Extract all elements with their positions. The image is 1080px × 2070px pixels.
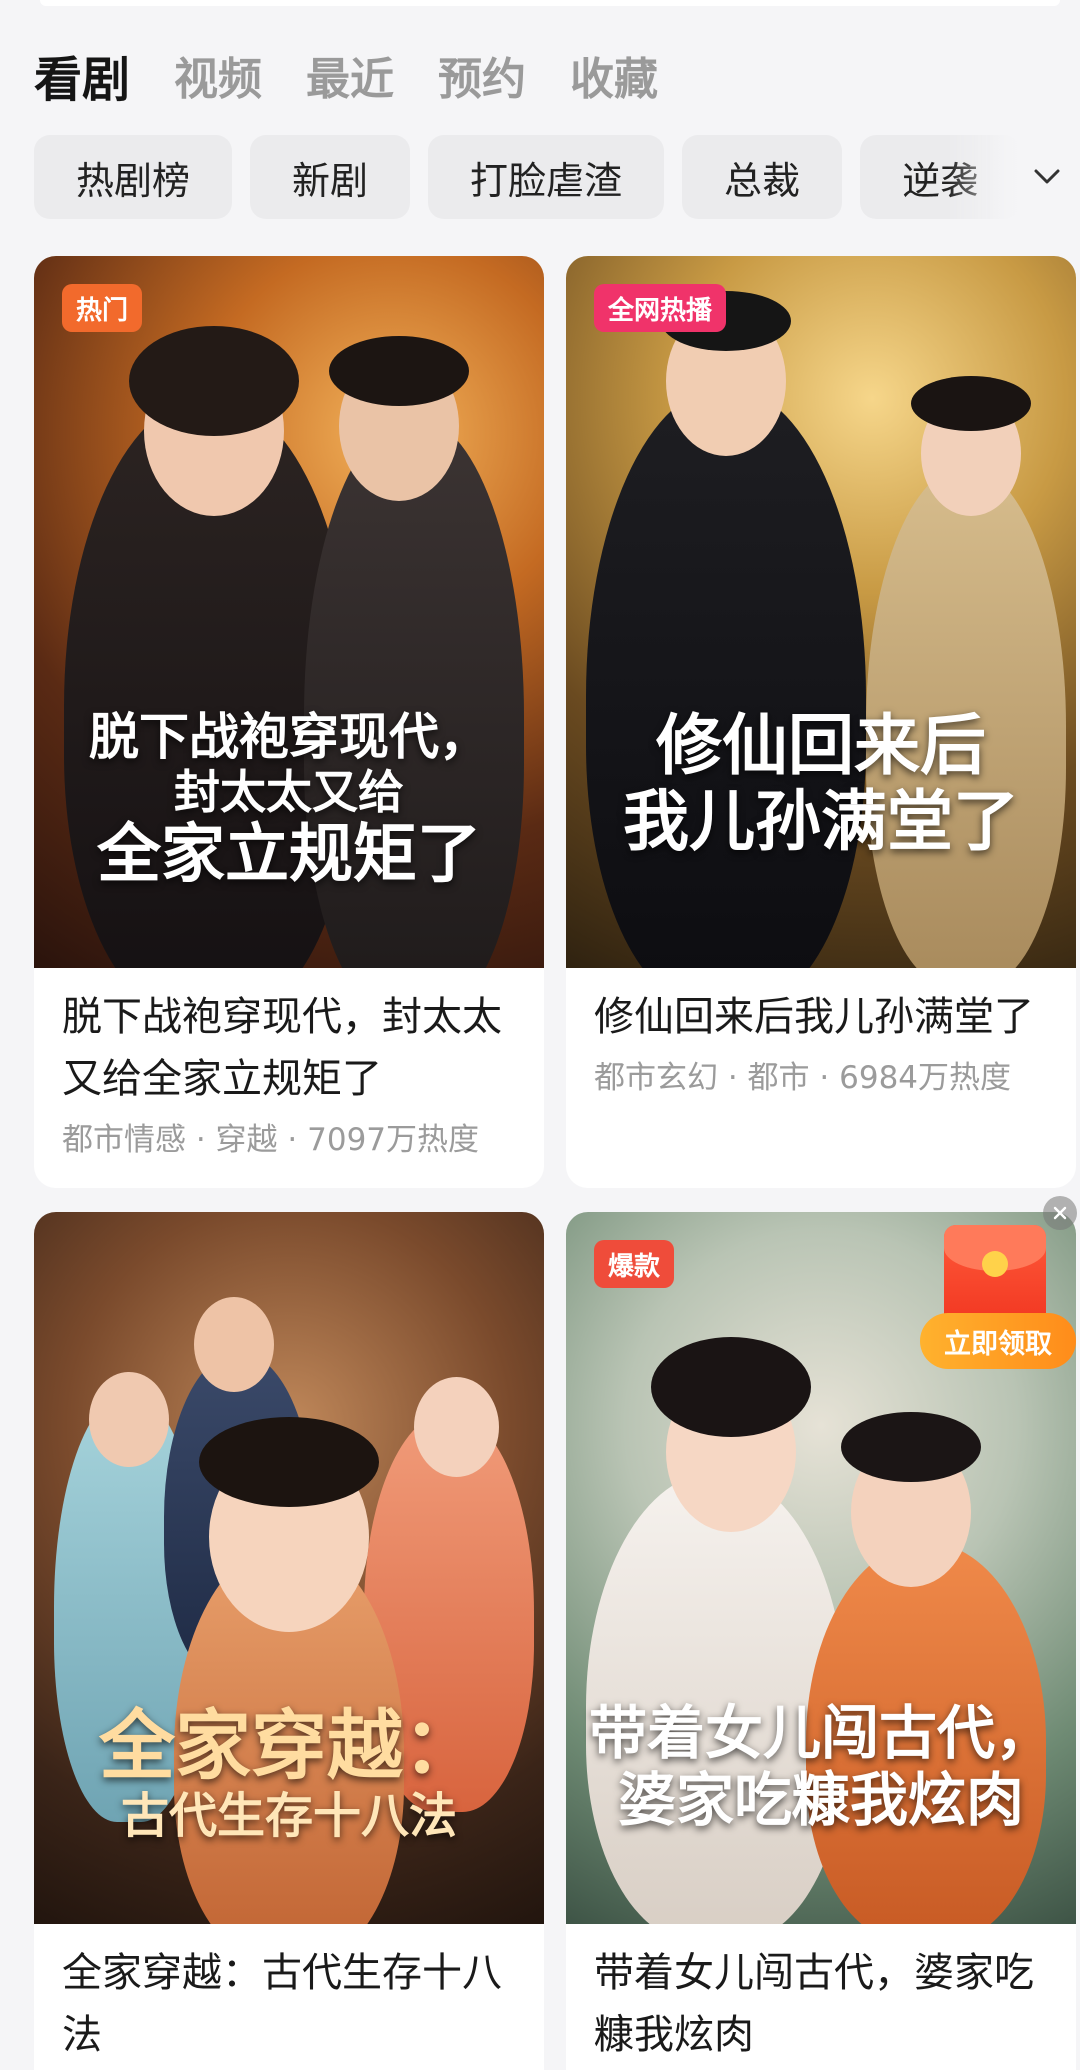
tab-recent[interactable]: 最近 <box>306 43 394 107</box>
status-badge: 全网热播 <box>594 284 727 332</box>
tab-video[interactable]: 视频 <box>174 43 262 107</box>
drama-card[interactable]: 修仙回来后 我儿孙满堂了 全网热播 修仙回来后我儿孙满堂了 都市玄幻 · 都市 … <box>566 256 1076 1188</box>
drama-meta: 都市玄幻 · 都市 · 6984万热度 <box>594 1060 1012 1096</box>
poster-title: 全家穿越： 古代生存十八法 <box>34 1702 544 1845</box>
red-envelope-promo[interactable]: 立即领取 <box>920 1225 1076 1395</box>
claim-now-button[interactable]: 立即领取 <box>920 1313 1076 1369</box>
tab-reserved[interactable]: 预约 <box>438 43 526 107</box>
poster-title-line: 全家立规矩了 <box>97 817 481 893</box>
drama-title: 全家穿越：古代生存十八法 <box>62 1950 502 2058</box>
drama-meta: 都市情感 · 穿越 · 7097万热度 <box>62 1122 480 1158</box>
drama-poster: 全家穿越： 古代生存十八法 <box>34 1212 544 1924</box>
poster-title-line: 我儿孙满堂了 <box>623 781 1019 860</box>
poster-title-line: 封太太又给 <box>174 764 404 819</box>
poster-title-line: 修仙回来后 <box>656 706 986 784</box>
chip-revenge[interactable]: 打脸虐渣 <box>428 135 665 219</box>
status-badge: 热门 <box>62 284 143 332</box>
top-tabs: 看剧 视频 最近 预约 收藏 <box>34 40 702 110</box>
drama-card[interactable]: 脱下战袍穿现代， 封太太又给 全家立规矩了 热门 脱下战袍穿现代，封太太又给全家… <box>34 256 544 1188</box>
tab-favorites[interactable]: 收藏 <box>570 43 658 107</box>
drama-card[interactable]: 全家穿越： 古代生存十八法 全家穿越：古代生存十八法 <box>34 1212 544 2070</box>
chevron-down-icon[interactable] <box>1030 160 1064 194</box>
poster-title-line: 古代生存十八法 <box>120 1788 457 1845</box>
chip-new-drama[interactable]: 新剧 <box>250 135 411 219</box>
drama-title: 带着女儿闯古代，婆家吃糠我炫肉 <box>594 1950 1034 2058</box>
poster-title-line: 脱下战袍穿现代， <box>89 707 489 766</box>
chip-hot-ranking[interactable]: 热剧榜 <box>34 135 233 219</box>
search-bar-edge <box>40 0 1060 6</box>
drama-poster: 脱下战袍穿现代， 封太太又给 全家立规矩了 热门 <box>34 256 544 968</box>
drama-poster: 修仙回来后 我儿孙满堂了 全网热播 <box>566 256 1076 968</box>
category-chips: 热剧榜 新剧 打脸虐渣 总裁 逆袭 <box>34 135 1034 219</box>
poster-title: 带着女儿闯古代， 婆家吃糠我炫肉 <box>566 1700 1076 1833</box>
poster-title: 修仙回来后 我儿孙满堂了 <box>566 706 1076 860</box>
short-drama-page: 看剧 视频 最近 预约 收藏 热剧榜 新剧 打脸虐渣 总裁 逆袭 脱下战袍穿现代… <box>0 0 1080 2070</box>
tab-watch-drama[interactable]: 看剧 <box>34 40 130 110</box>
poster-title-line: 带着女儿闯古代， <box>588 1699 1053 1767</box>
drama-title: 修仙回来后我儿孙满堂了 <box>594 994 1034 1040</box>
poster-title: 脱下战袍穿现代， 封太太又给 全家立规矩了 <box>34 708 544 892</box>
close-icon[interactable] <box>1043 1196 1077 1230</box>
status-badge: 爆款 <box>594 1240 675 1288</box>
poster-title-line: 全家穿越： <box>99 1701 479 1790</box>
poster-title-line: 婆家吃糠我炫肉 <box>617 1765 1024 1834</box>
drama-title: 脱下战袍穿现代，封太太又给全家立规矩了 <box>62 994 502 1102</box>
chip-ceo[interactable]: 总裁 <box>682 135 843 219</box>
